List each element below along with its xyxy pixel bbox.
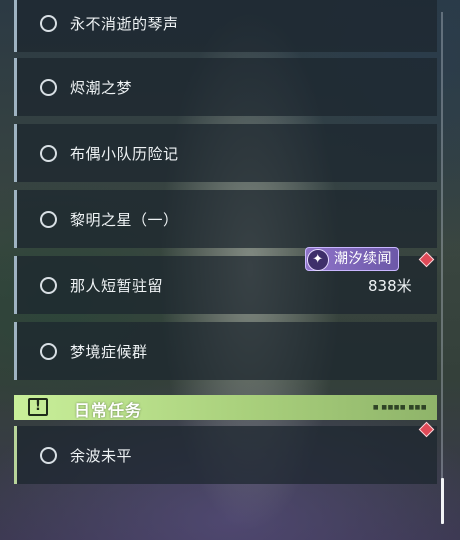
quest-label: 永不消逝的琴声 — [70, 15, 179, 33]
quest-distance: 838米 — [368, 277, 412, 295]
quest-label: 那人短暂驻留 — [70, 277, 164, 295]
quest-status-circle-icon — [40, 15, 57, 32]
daily-quest-title: 日常任务 — [74, 401, 143, 420]
section-tag: ■ ■■■■ ■■■ — [372, 404, 427, 411]
quest-label: 烬潮之梦 — [70, 79, 133, 97]
daily-quest-item[interactable]: 余波未平 — [14, 426, 437, 484]
daily-quest-header[interactable]: ! 日常任务 ■ ■■■■ ■■■ — [14, 395, 437, 420]
quest-item[interactable]: 布偶小队历险记 — [14, 124, 437, 182]
quest-item[interactable]: 永不消逝的琴声 — [14, 0, 437, 52]
exclamation-icon: ! — [28, 398, 48, 416]
quest-list-panel: 永不消逝的琴声 烬潮之梦 布偶小队历险记 黎明之星（一） 那人短暂驻留 梦境症候… — [0, 0, 460, 540]
quest-item[interactable]: 梦境症候群 — [14, 322, 437, 380]
tracked-quest-badge[interactable]: ✦ 潮汐续闻 — [305, 247, 399, 271]
quest-label: 黎明之星（一） — [70, 211, 179, 229]
scrollbar-track[interactable] — [441, 12, 443, 524]
quest-label: 余波未平 — [70, 447, 133, 465]
quest-label: 梦境症候群 — [70, 343, 148, 361]
quest-status-circle-icon — [40, 79, 57, 96]
quest-status-circle-icon — [40, 343, 57, 360]
quest-status-circle-icon — [40, 211, 57, 228]
quest-status-circle-icon — [40, 145, 57, 162]
quest-status-circle-icon — [40, 277, 57, 294]
quest-item[interactable]: 黎明之星（一） — [14, 190, 437, 248]
quest-status-circle-icon — [40, 447, 57, 464]
tide-emblem-icon: ✦ — [307, 249, 329, 271]
quest-item[interactable]: 烬潮之梦 — [14, 58, 437, 116]
scrollbar-thumb[interactable] — [441, 478, 444, 524]
tracked-quest-badge-label: 潮汐续闻 — [334, 251, 392, 267]
quest-label: 布偶小队历险记 — [70, 145, 179, 163]
